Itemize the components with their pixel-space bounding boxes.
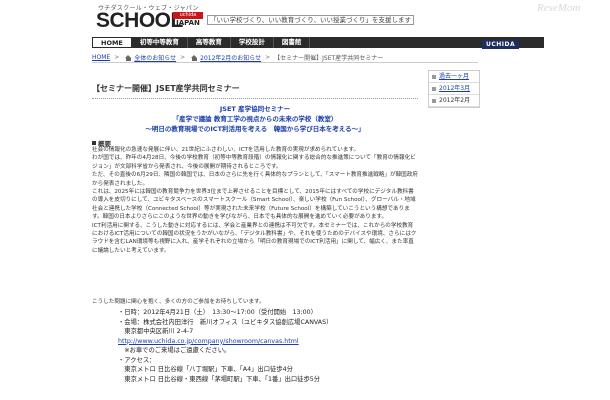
breadcrumb-separator: > xyxy=(265,54,271,61)
square-bullet-icon xyxy=(432,98,436,103)
closing-invitation: こうした問題に関心を抱く、多くの方のご参加をお待ちしています。 xyxy=(92,299,265,305)
archive-list: 過去一ヶ月 2012年3月 2012年2月 xyxy=(428,70,480,108)
breadcrumb-divider xyxy=(92,62,478,63)
nav-school-design[interactable]: 学校設計 xyxy=(231,37,274,48)
overview-body: 社会の情報化の急速な発展に伴い、21世紀にふさわしい、ICTを活用した教育の実現… xyxy=(92,146,418,255)
breadcrumb: HOME > 全体のお知らせ > 2012年2月のお知らせ > 【セミナー開催】… xyxy=(92,53,383,62)
seminar-theme: 「産学で議論 教育工学の視点からの未来の学校（教室） xyxy=(172,115,338,123)
nav-higher-education[interactable]: 高等教育 xyxy=(188,37,231,48)
logo-japan-text: JAPAN xyxy=(176,19,200,27)
uchida-brand-badge[interactable]: UCHIDA xyxy=(482,40,520,49)
parking-note: ※お車でのご来場はご遠慮ください。 xyxy=(118,347,231,354)
breadcrumb-separator: > xyxy=(114,54,120,61)
access-heading: ・アクセス： xyxy=(118,356,156,364)
event-details: ・日時：2012年4月21日（土） 13:30～17:00（受付開始 13:00… xyxy=(118,308,418,384)
logo-badge: uchida JAPAN xyxy=(173,12,203,28)
site-logo[interactable]: SCHOOL xyxy=(96,9,183,33)
access-route: 東京メトロ 日比谷線「八丁堀駅」下車、「A4」出口徒歩4分 xyxy=(118,366,293,373)
overview-paragraph: ただ、その直後の6月29日、隣国の韓国では、日本のさらに先を行く具体的なプランと… xyxy=(92,172,418,187)
archive-item-2012-03[interactable]: 2012年3月 xyxy=(429,83,479,95)
nav-primary-secondary[interactable]: 初等中等教育 xyxy=(132,37,188,48)
archive-sidebar: 過去一ヶ月 2012年3月 2012年2月 xyxy=(428,70,544,108)
nav-library[interactable]: 図書館 xyxy=(274,37,311,48)
breadcrumb-month[interactable]: 2012年2月のお知らせ xyxy=(200,53,261,62)
main-navigation: HOME 初等中等教育 高等教育 学校設計 図書館 xyxy=(92,37,478,48)
site-tagline: 「いい学校づくり、いい教育づくり、いい授業づくり」を支援します xyxy=(207,14,414,25)
overview-paragraph: ICT利活用に関する、こうした動きに対応するには、学会と産業界との連携は不可欠で… xyxy=(92,222,417,254)
venue-link[interactable]: http://www.uchida.co.jp/company/showroom… xyxy=(118,338,299,345)
breadcrumb-news[interactable]: 全体のお知らせ xyxy=(134,53,176,62)
overview-paragraph: 社会の情報化の急速な発展に伴い、21世紀にふさわしい、ICTを活用した教育の実現… xyxy=(92,147,360,153)
square-bullet-icon xyxy=(432,86,436,91)
archive-item-2012-02: 2012年2月 xyxy=(429,95,479,107)
seminar-subtheme: ～明日の教育現場でのICT利活用を考える 韓国から学び日本を考える～」 xyxy=(145,125,365,133)
site-header: ウチダスクール・ウェブ・ジャパン SCHOOL uchida JAPAN 「いい… xyxy=(0,0,610,34)
seminar-heading: JSET 産学協同セミナー 「産学で議論 教育工学の視点からの未来の学校（教室）… xyxy=(92,104,418,134)
home-icon xyxy=(125,54,132,61)
event-date: ・日時：2012年4月21日（土） 13:30～17:00（受付開始 13:00… xyxy=(118,309,317,316)
overview-paragraph: これは、2025年には韓国の教育競争力を世界3位まで上昇させることを目標として、… xyxy=(92,189,416,221)
access-route: 東京メトロ 日比谷線・東西線「茅場町駅」下車、「1番」出口徒歩5分 xyxy=(118,375,321,383)
square-bullet-icon xyxy=(92,141,96,145)
event-venue: ・会場：株式会社内田洋行 新川オフィス（ユビキタス協創広場CANVAS） xyxy=(118,318,333,326)
article-title: 【セミナー開催】JSET産学共同セミナー xyxy=(92,83,418,99)
breadcrumb-current: 【セミナー開催】JSET産学共同セミナー xyxy=(274,55,384,62)
square-bullet-icon xyxy=(432,74,436,79)
breadcrumb-home[interactable]: HOME xyxy=(92,54,110,61)
event-address: 東京都中央区新川 2-4-7 xyxy=(118,328,194,335)
resemom-watermark: ReseMom xyxy=(537,2,581,14)
logo-url-text: uchida xyxy=(173,12,203,19)
seminar-name: JSET 産学協同セミナー xyxy=(219,105,291,113)
archive-item-past-month[interactable]: 過去一ヶ月 xyxy=(429,71,479,83)
breadcrumb-separator: > xyxy=(180,54,186,61)
home-icon xyxy=(191,54,198,61)
nav-home[interactable]: HOME xyxy=(92,37,132,48)
overview-paragraph: わが国では、昨年の4月28日、今後の学校教育（初等中等教育段階）の情報化に関する… xyxy=(92,155,416,170)
